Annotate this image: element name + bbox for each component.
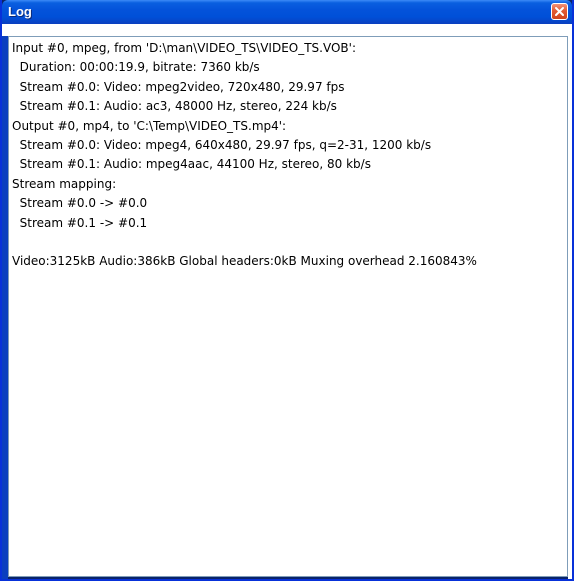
log-line: Input #0, mpeg, from 'D:\man\VIDEO_TS\VI… <box>12 41 356 55</box>
close-button[interactable] <box>551 3 568 20</box>
window-frame-top <box>2 24 572 36</box>
window-title: Log <box>8 4 32 19</box>
log-line: Stream #0.0: Video: mpeg2video, 720x480,… <box>12 79 345 94</box>
log-line: Output #0, mp4, to 'C:\Temp\VIDEO_TS.mp4… <box>12 118 287 133</box>
log-line: Stream #0.1: Audio: mpeg4aac, 44100 Hz, … <box>12 157 371 172</box>
log-line: Stream #0.0 -> #0.0 <box>12 196 148 211</box>
log-text-area[interactable]: Input #0, mpeg, from 'D:\man\VIDEO_TS\VI… <box>8 36 568 577</box>
log-line: Stream #0.0: Video: mpeg4, 640x480, 29.9… <box>12 137 432 152</box>
window-frame-right <box>568 24 572 579</box>
log-lines: Input #0, mpeg, from 'D:\man\VIDEO_TS\VI… <box>12 39 564 272</box>
title-bar[interactable]: Log <box>2 0 572 24</box>
log-window: Log Input #0, mpeg, from 'D:\man\VIDEO_T… <box>0 0 574 581</box>
log-line: Stream #0.1: Audio: ac3, 48000 Hz, stere… <box>12 99 337 114</box>
log-line: Duration: 00:00:19.9, bitrate: 7360 kb/s <box>12 60 260 75</box>
log-line <box>12 233 564 252</box>
log-line: Video:3125kB Audio:386kB Global headers:… <box>12 254 477 269</box>
close-icon <box>555 7 564 16</box>
log-line: Stream mapping: <box>12 176 117 191</box>
log-line: Stream #0.1 -> #0.1 <box>12 215 148 230</box>
